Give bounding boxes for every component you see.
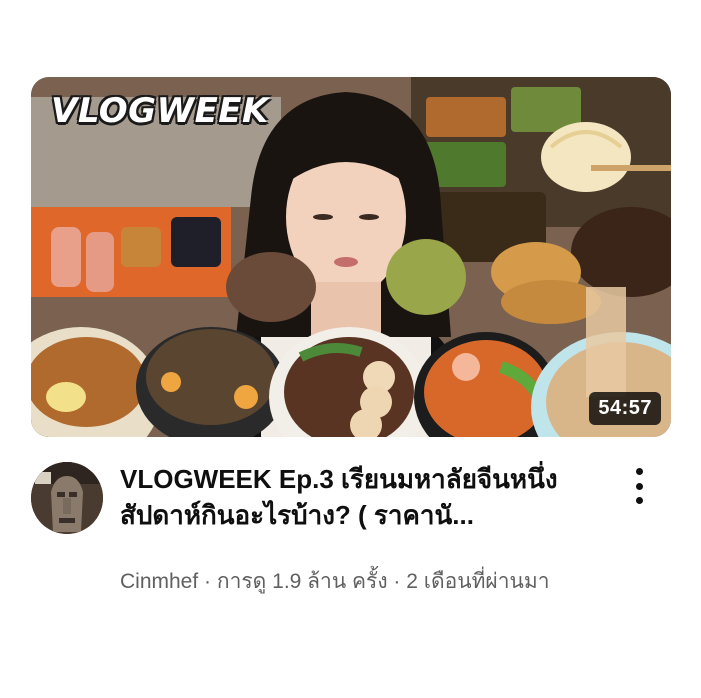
thumbnail-image [31,77,671,437]
video-title[interactable]: VLOGWEEK Ep.3 เรียนมหาลัยจีนหนึ่งสัปดาห์… [120,461,605,533]
channel-name[interactable]: Cinmhef [120,570,198,593]
avatar-image [31,462,103,534]
meta-separator: · [198,570,217,593]
duration-badge: 54:57 [589,392,661,425]
meta-separator: · [387,570,407,593]
channel-avatar[interactable] [31,462,103,534]
menu-dot [635,468,643,475]
menu-dot [635,497,643,504]
thumbnail-brand-text: VLOGWEEK [51,91,269,131]
video-thumbnail[interactable]: VLOGWEEK 54:57 [31,77,671,437]
view-count: การดู 1.9 ล้าน ครั้ง [216,570,388,593]
menu-dot [635,482,643,490]
more-vert-icon[interactable] [624,466,654,506]
upload-age: 2 เดือนที่ผ่านมา [406,570,550,593]
video-metadata: Cinmhef · การดู 1.9 ล้าน ครั้ง · 2 เดือน… [120,566,590,598]
